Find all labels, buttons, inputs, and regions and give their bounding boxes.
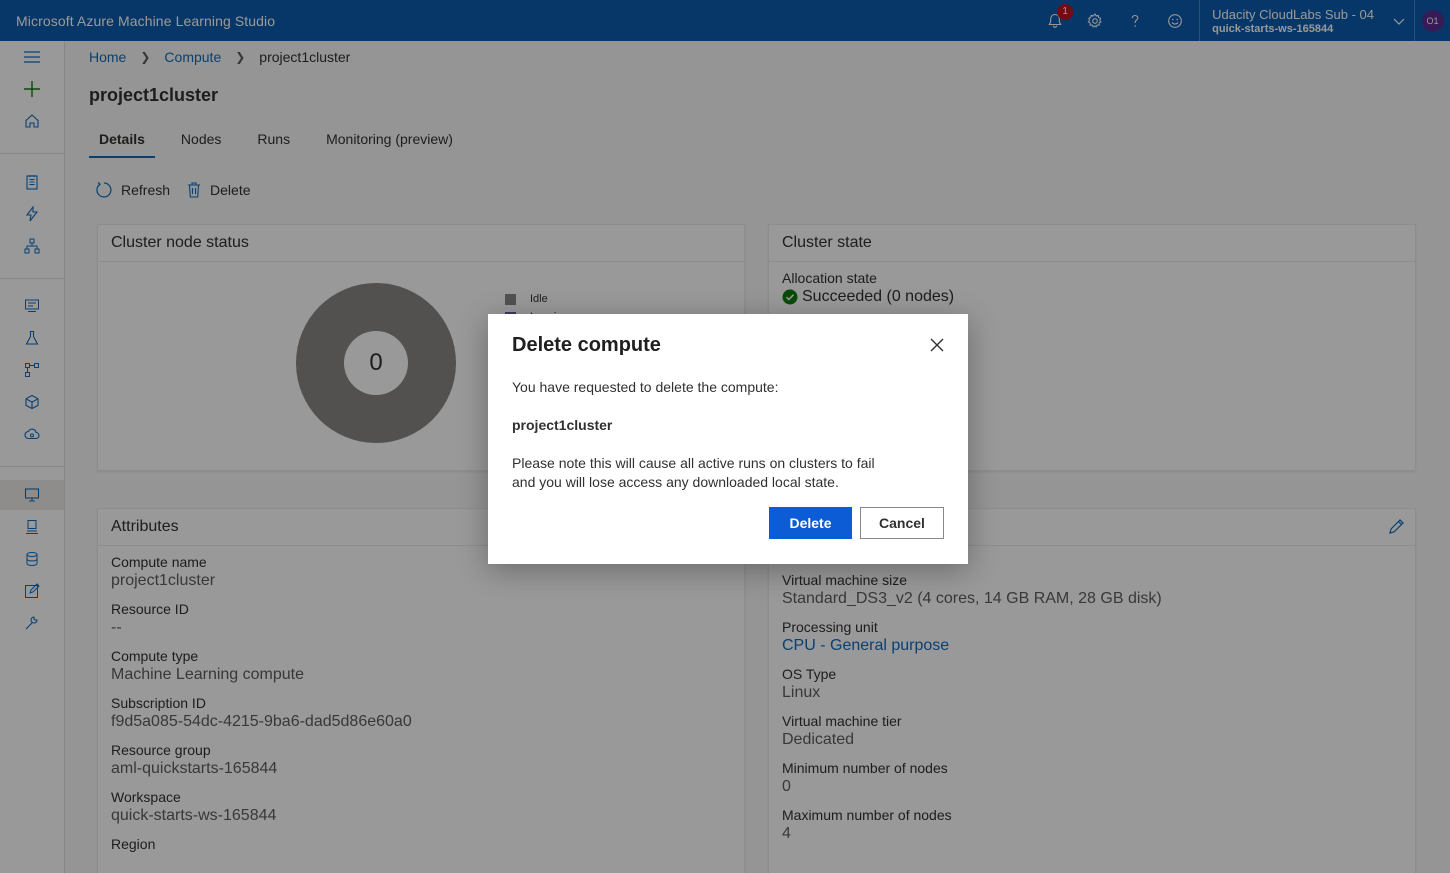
close-icon xyxy=(930,338,944,352)
confirm-delete-button[interactable]: Delete xyxy=(769,507,852,539)
dialog-compute-name: project1cluster xyxy=(512,417,613,433)
dialog-body: You have requested to delete the compute… xyxy=(512,378,932,492)
dialog-note-line2: and you will lose access any downloaded … xyxy=(512,474,839,490)
delete-compute-dialog: Delete compute You have requested to del… xyxy=(488,314,968,564)
cancel-button[interactable]: Cancel xyxy=(860,507,944,539)
close-button[interactable] xyxy=(928,336,946,354)
dialog-message: You have requested to delete the compute… xyxy=(512,379,779,395)
dialog-title: Delete compute xyxy=(512,334,661,356)
dialog-note-line1: Please note this will cause all active r… xyxy=(512,455,875,471)
